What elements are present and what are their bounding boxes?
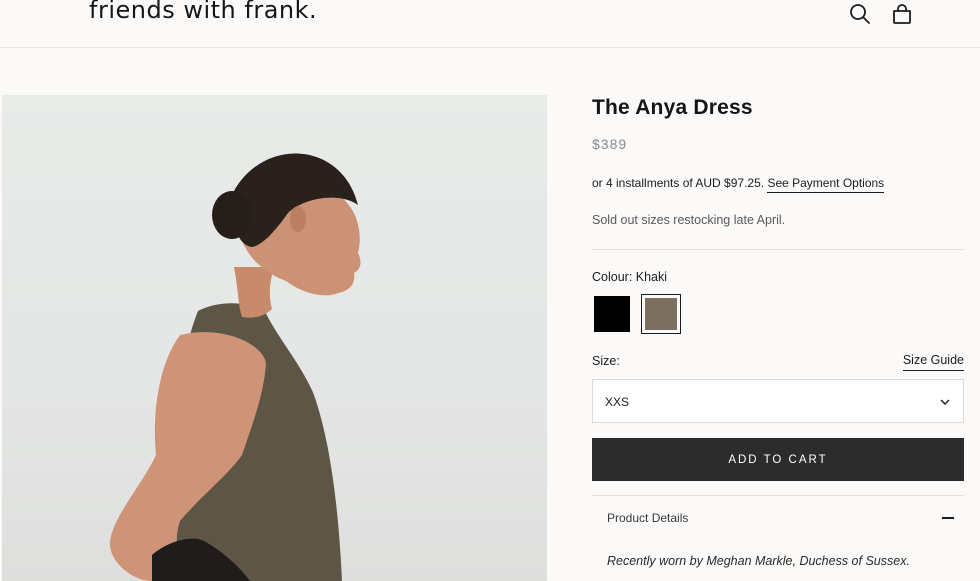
colour-swatch-black[interactable] xyxy=(592,294,632,334)
product-details-heading[interactable]: Product Details xyxy=(607,511,688,525)
site-header: friends with frank. xyxy=(0,0,980,48)
product-price: $389 xyxy=(592,136,628,152)
size-select[interactable]: XXS xyxy=(592,379,964,423)
payment-options-link[interactable]: See Payment Options xyxy=(767,176,885,193)
collapse-minus-icon[interactable] xyxy=(940,509,956,525)
search-icon[interactable] xyxy=(848,2,872,26)
size-guide-link[interactable]: Size Guide xyxy=(902,353,964,371)
colour-label: Colour: Khaki xyxy=(592,270,668,284)
installments-text: or 4 installments of AUD $97.25. xyxy=(592,176,765,190)
divider xyxy=(592,495,964,496)
installments-info: or 4 installments of AUD $97.25. See Pay… xyxy=(592,176,885,193)
product-image[interactable] xyxy=(2,95,547,581)
restock-note: Sold out sizes restocking late April. xyxy=(592,213,786,227)
shopping-bag-icon[interactable] xyxy=(890,2,914,26)
size-select-value: XXS xyxy=(605,395,630,409)
divider xyxy=(592,249,964,250)
site-logo[interactable]: friends with frank. xyxy=(89,0,317,24)
product-title: The Anya Dress xyxy=(592,96,753,119)
product-details-text: Recently worn by Meghan Markle, Duchess … xyxy=(607,554,910,568)
chevron-down-icon xyxy=(939,395,951,413)
add-to-cart-button[interactable]: ADD TO CART xyxy=(592,438,964,481)
size-label: Size: xyxy=(592,354,620,368)
colour-swatch-khaki[interactable] xyxy=(641,294,681,334)
